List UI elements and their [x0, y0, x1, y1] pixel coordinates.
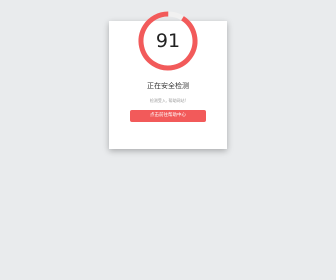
help-center-button[interactable]: 点击前往帮助中心: [130, 110, 206, 122]
check-subtitle: 检测受入, 帮助网站!: [149, 98, 187, 103]
score-value: 91: [155, 30, 181, 52]
check-title: 正在安全检测: [147, 82, 189, 90]
security-check-card: 91 正在安全检测 检测受入, 帮助网站! 点击前往帮助中心: [109, 11, 227, 149]
